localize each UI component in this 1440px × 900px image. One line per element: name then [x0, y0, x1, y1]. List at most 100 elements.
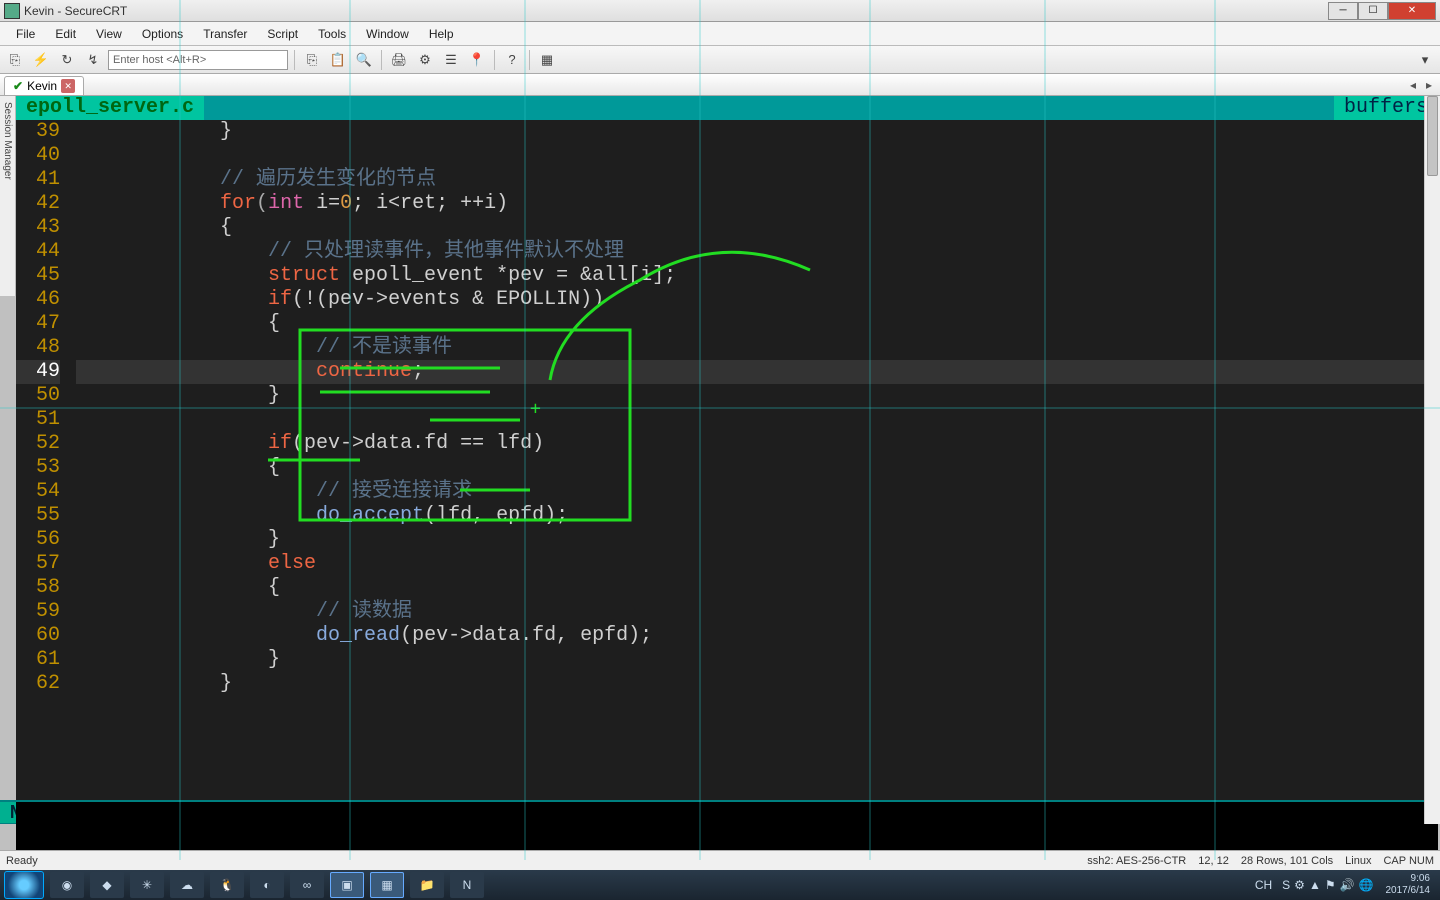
line-number: 41 [16, 168, 60, 192]
taskbar-clock[interactable]: 9:06 2017/6/14 [1380, 873, 1437, 897]
close-button[interactable]: ✕ [1388, 2, 1436, 20]
line-number-gutter: 3940414243444546474849505152535455565758… [16, 120, 70, 696]
window-titlebar: Kevin - SecureCRT ─ ☐ ✕ [0, 0, 1440, 22]
status-dimensions: 28 Rows, 101 Cols [1241, 855, 1333, 867]
tray-icon[interactable]: ▲ [1309, 878, 1321, 892]
terminal-blank-area [16, 802, 1438, 854]
taskbar-app-icon[interactable]: ◆ [90, 872, 124, 898]
status-caps: CAP NUM [1383, 855, 1434, 867]
line-number: 56 [16, 528, 60, 552]
line-number: 54 [16, 480, 60, 504]
status-ready: Ready [6, 855, 38, 867]
line-number: 60 [16, 624, 60, 648]
menu-options[interactable]: Options [132, 25, 193, 43]
code-line: continue; [76, 360, 1438, 384]
connected-check-icon: ✔ [13, 79, 23, 93]
print-icon[interactable]: 🖨 [388, 49, 410, 71]
vim-tabline: epoll_server.c buffers [16, 96, 1438, 120]
tab-close-icon[interactable]: ✕ [61, 79, 75, 93]
code-line [76, 408, 1438, 432]
terminal-viewport[interactable]: epoll_server.c buffers 39404142434445464… [16, 96, 1438, 824]
code-line: do_read(pev->data.fd, epfd); [76, 624, 1438, 648]
log-icon[interactable]: 📍 [466, 49, 488, 71]
help-icon[interactable]: ? [501, 49, 523, 71]
menu-script[interactable]: Script [257, 25, 308, 43]
options-icon[interactable]: ⚙ [414, 49, 436, 71]
tray-icon[interactable]: S [1282, 878, 1290, 892]
maximize-button[interactable]: ☐ [1358, 2, 1388, 20]
code-line: { [76, 216, 1438, 240]
tray-icon[interactable]: ⚙ [1294, 878, 1305, 892]
system-tray: CH S ⚙ ▲ ⚑ 🔊 🌐 9:06 2017/6/14 [1255, 873, 1436, 897]
minimize-button[interactable]: ─ [1328, 2, 1358, 20]
line-number: 49 [16, 360, 60, 384]
find-icon[interactable]: 🔍 [353, 49, 375, 71]
code-line: { [76, 456, 1438, 480]
code-line: { [76, 312, 1438, 336]
line-number: 47 [16, 312, 60, 336]
tab-next-icon[interactable]: ▸ [1422, 78, 1436, 92]
tray-ime[interactable]: CH [1255, 878, 1272, 892]
tab-prev-icon[interactable]: ◂ [1406, 78, 1420, 92]
toolbar-separator [529, 50, 530, 70]
window-title: Kevin - SecureCRT [24, 4, 1328, 18]
taskbar-securecrt-icon[interactable]: ▣ [330, 872, 364, 898]
session-tab-kevin[interactable]: ✔ Kevin ✕ [4, 76, 84, 95]
menu-view[interactable]: View [86, 25, 132, 43]
taskbar-eclipse-icon[interactable]: ◐ [250, 872, 284, 898]
window-controls: ─ ☐ ✕ [1328, 2, 1436, 20]
taskbar-vs-icon[interactable]: ∞ [290, 872, 324, 898]
disconnect-icon[interactable]: ↯ [82, 49, 104, 71]
session-options-icon[interactable]: ☰ [440, 49, 462, 71]
clock-time: 9:06 [1386, 873, 1431, 885]
line-number: 46 [16, 288, 60, 312]
host-input[interactable]: Enter host <Alt+R> [108, 50, 288, 70]
quick-connect-icon[interactable]: ⚡ [30, 49, 52, 71]
paste-icon[interactable]: 📋 [327, 49, 349, 71]
code-line: struct epoll_event *pev = &all[i]; [76, 264, 1438, 288]
scrollbar-thumb[interactable] [1427, 96, 1438, 176]
menu-edit[interactable]: Edit [45, 25, 86, 43]
code-line: } [76, 672, 1438, 696]
code-line: // 只处理读事件，其他事件默认不处理 [76, 240, 1438, 264]
code-line: // 读数据 [76, 600, 1438, 624]
toolbar: ⎘ ⚡ ↻ ↯ Enter host <Alt+R> ⎘ 📋 🔍 🖨 ⚙ ☰ 📍… [0, 46, 1440, 74]
menu-transfer[interactable]: Transfer [193, 25, 257, 43]
tray-icon[interactable]: ⚑ [1325, 878, 1336, 892]
toolbar-dropdown-icon[interactable]: ▾ [1414, 49, 1436, 71]
vim-buffers-label[interactable]: buffers [1334, 96, 1438, 120]
code-line [76, 144, 1438, 168]
taskbar-explorer-icon[interactable]: 📁 [410, 872, 444, 898]
tray-icons: S ⚙ ▲ ⚑ 🔊 🌐 [1278, 878, 1373, 892]
toolbar-separator [494, 50, 495, 70]
menu-file[interactable]: File [6, 25, 45, 43]
copy-icon[interactable]: ⎘ [301, 49, 323, 71]
vim-file-tab[interactable]: epoll_server.c [16, 96, 204, 120]
code-lines: } // 遍历发生变化的节点 for(int i=0; i<ret; ++i) … [76, 120, 1438, 696]
code-line: } [76, 528, 1438, 552]
line-number: 52 [16, 432, 60, 456]
tray-icon[interactable]: 🌐 [1359, 878, 1374, 892]
taskbar-onenote-icon[interactable]: N [450, 872, 484, 898]
tray-icon[interactable]: 🔊 [1340, 878, 1355, 892]
line-number: 40 [16, 144, 60, 168]
menu-tools[interactable]: Tools [308, 25, 356, 43]
connect-icon[interactable]: ⎘ [4, 49, 26, 71]
code-line: if(pev->data.fd == lfd) [76, 432, 1438, 456]
line-number: 55 [16, 504, 60, 528]
menu-window[interactable]: Window [356, 25, 419, 43]
vertical-scrollbar[interactable] [1424, 96, 1440, 824]
taskbar-app-icon[interactable]: ✳ [130, 872, 164, 898]
status-connection: ssh2: AES-256-CTR [1087, 855, 1186, 867]
menu-help[interactable]: Help [419, 25, 464, 43]
start-button[interactable] [4, 871, 44, 899]
taskbar-chrome-icon[interactable]: ◉ [50, 872, 84, 898]
app-icon [4, 3, 20, 19]
session-manager-panel[interactable]: Session Manager [0, 96, 16, 296]
extra-icon[interactable]: ▦ [536, 49, 558, 71]
reconnect-icon[interactable]: ↻ [56, 49, 78, 71]
clock-date: 2017/6/14 [1386, 885, 1431, 897]
taskbar-qq-icon[interactable]: 🐧 [210, 872, 244, 898]
taskbar-vmware-icon[interactable]: ▦ [370, 872, 404, 898]
taskbar-app-icon[interactable]: ☁ [170, 872, 204, 898]
